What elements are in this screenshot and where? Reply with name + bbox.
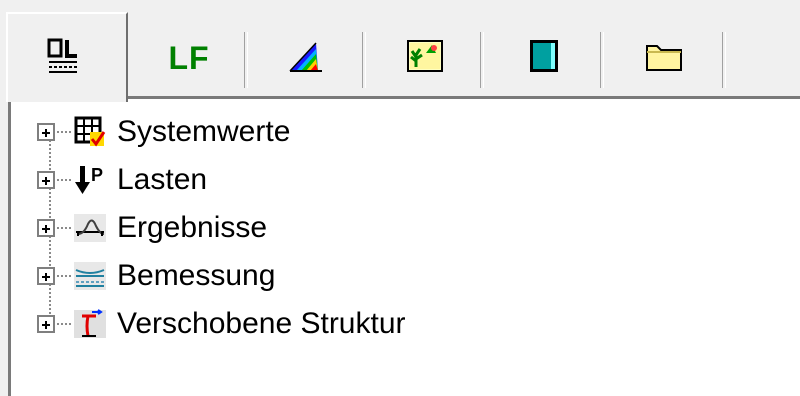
tree-connector: [57, 179, 71, 181]
tab-folder[interactable]: [604, 18, 726, 98]
tree-item-label: Bemessung: [117, 259, 276, 292]
results-curve-icon: [73, 211, 107, 245]
tree-connector: [57, 227, 71, 229]
tree-item-label: Systemwerte: [117, 115, 291, 148]
tree-item-verschobene-struktur[interactable]: Verschobene Struktur: [37, 301, 406, 347]
expand-icon[interactable]: [37, 315, 55, 333]
tab-spectrum[interactable]: [248, 18, 366, 98]
tree-item-ergebnisse[interactable]: Ergebnisse: [37, 205, 267, 251]
tree-connector: [57, 131, 71, 133]
cyan-frame-icon: [528, 38, 560, 79]
tab-separator: [722, 32, 726, 88]
svg-text:P: P: [91, 165, 103, 185]
tree-view: Systemwerte P Lasten Ergebnisse Bemessun…: [11, 99, 800, 396]
tree-panel: Systemwerte P Lasten Ergebnisse Bemessun…: [8, 96, 800, 396]
expand-icon[interactable]: [37, 171, 55, 189]
design-beam-icon: [73, 259, 107, 293]
folder-icon: [645, 40, 685, 77]
expand-icon[interactable]: [37, 219, 55, 237]
tree-item-bemessung[interactable]: Bemessung: [37, 253, 275, 299]
tree-connector: [57, 275, 71, 277]
tree-item-label: Verschobene Struktur: [117, 307, 406, 340]
tree-item-systemwerte[interactable]: Systemwerte: [37, 109, 290, 155]
tab-strip: LF: [0, 0, 800, 102]
load-arrow-icon: P: [73, 163, 107, 197]
tab-cyan[interactable]: [484, 18, 604, 98]
tree-item-label: Ergebnisse: [117, 211, 268, 244]
expand-icon[interactable]: [37, 267, 55, 285]
tree-item-lasten[interactable]: P Lasten: [37, 157, 207, 203]
pl-tab-icon: [47, 38, 87, 79]
tree-connector: [57, 323, 71, 325]
plant-image-icon: [406, 39, 444, 78]
lf-tab-label: LF: [168, 39, 210, 76]
displaced-structure-icon: [73, 307, 107, 341]
expand-icon[interactable]: [37, 123, 55, 141]
tree-item-label: Lasten: [117, 163, 208, 196]
tab-plant[interactable]: [366, 18, 484, 98]
tab-pl[interactable]: [6, 12, 128, 102]
color-spectrum-icon: [288, 39, 326, 78]
tab-lf[interactable]: LF: [130, 18, 248, 98]
grid-check-icon: [73, 115, 107, 149]
